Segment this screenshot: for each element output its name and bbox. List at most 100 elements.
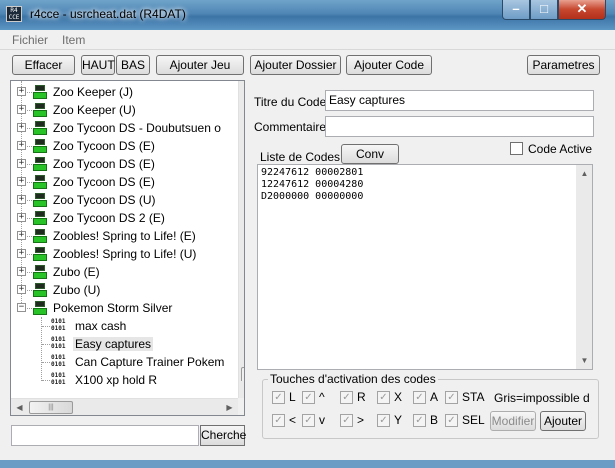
conv-button[interactable]: Conv	[341, 144, 399, 164]
tree-game-item[interactable]: + Zoo Keeper (J)	[11, 83, 236, 101]
tree-line	[42, 380, 50, 381]
nds-game-icon	[33, 229, 47, 243]
tree-code-item[interactable]: 0101 0101 max cash	[11, 317, 236, 335]
codes-textarea[interactable]: 92247612 00002801 12247612 00004280 D200…	[257, 164, 593, 370]
tree-code-label: Can Capture Trainer Pokem	[75, 355, 225, 369]
tree-game-item[interactable]: + Zubo (U)	[11, 281, 236, 299]
ajouter-label: Ajouter	[543, 414, 583, 428]
search-input[interactable]	[11, 425, 199, 446]
key-label: Y	[394, 413, 403, 427]
effacer-button[interactable]: Effacer	[12, 55, 75, 75]
commentaire-input[interactable]	[325, 116, 594, 137]
title-bar[interactable]: R4 CCE r4cce - usrcheat.dat (R4DAT) – □ …	[0, 0, 615, 30]
nds-game-icon	[33, 283, 47, 297]
parametres-button[interactable]: Parametres	[527, 55, 600, 75]
expand-icon[interactable]: +	[17, 87, 26, 96]
tree-horizontal-scrollbar[interactable]: ◀ ||| ▶	[11, 398, 238, 415]
key-checkbox[interactable]: ✓	[413, 391, 426, 404]
key-checkbox[interactable]: ✓	[445, 414, 458, 427]
tree-game-item[interactable]: + Zoo Tycoon DS - Doubutsuen o	[11, 119, 236, 137]
cherche-button[interactable]: Cherche	[200, 425, 246, 446]
key-label: ^	[319, 390, 325, 404]
tree-game-item[interactable]: + Zoo Tycoon DS 2 (E)	[11, 209, 236, 227]
scroll-corner	[238, 398, 244, 415]
scroll-right-icon[interactable]: ▶	[221, 399, 238, 415]
expand-icon[interactable]: +	[17, 159, 26, 168]
key-label: R	[357, 390, 366, 404]
tree-code-label: max cash	[75, 319, 127, 333]
bas-button[interactable]: BAS	[116, 55, 150, 75]
scroll-up-icon[interactable]: ▲	[239, 81, 244, 98]
ajouter-button[interactable]: Ajouter	[540, 411, 586, 431]
key-checkbox[interactable]: ✓	[413, 414, 426, 427]
expand-icon[interactable]: +	[17, 123, 26, 132]
menu-fichier[interactable]: Fichier	[12, 33, 48, 47]
tree-game-item[interactable]: + Zoo Keeper (U)	[11, 101, 236, 119]
ajouter-dossier-button[interactable]: Ajouter Dossier	[250, 55, 341, 75]
tree-game-item[interactable]: + Zoo Tycoon DS (E)	[11, 173, 236, 191]
modifier-button[interactable]: Modifier	[490, 411, 536, 431]
minimize-button[interactable]: –	[502, 0, 530, 20]
key-checkbox[interactable]: ✓	[377, 414, 390, 427]
key-checkbox[interactable]: ✓	[272, 414, 285, 427]
maximize-button[interactable]: □	[530, 0, 558, 20]
expand-icon[interactable]: +	[17, 267, 26, 276]
expand-icon[interactable]: +	[17, 249, 26, 258]
tree-line	[42, 344, 50, 345]
ajouter-dossier-label: Ajouter Dossier	[254, 58, 337, 72]
scroll-up-icon[interactable]: ▲	[576, 165, 592, 182]
tree-game-item[interactable]: + Zoo Tycoon DS (U)	[11, 191, 236, 209]
key-label: >	[357, 413, 365, 427]
key-label: <	[289, 413, 297, 427]
ajouter-code-button[interactable]: Ajouter Code	[346, 55, 432, 75]
expand-icon[interactable]: +	[17, 195, 26, 204]
nds-game-icon	[33, 211, 47, 225]
expand-icon[interactable]: +	[17, 285, 26, 294]
code-active-checkbox[interactable]	[510, 142, 523, 155]
haut-button[interactable]: HAUT	[81, 55, 115, 75]
commentaire-label: Commentaire	[254, 120, 327, 134]
key-checkbox[interactable]: ✓	[377, 391, 390, 404]
menu-item[interactable]: Item	[62, 33, 85, 47]
tree-game-label: Zoobles! Spring to Life! (E)	[53, 229, 196, 243]
tree-code-item[interactable]: 0101 0101 Easy captures	[11, 335, 236, 353]
tree-code-item[interactable]: 0101 0101 Can Capture Trainer Pokem	[11, 353, 236, 371]
tree-game-item[interactable]: − Pokemon Storm Silver	[11, 299, 236, 317]
tree-game-label: Zoo Keeper (U)	[53, 103, 136, 117]
expand-icon[interactable]: +	[17, 141, 26, 150]
ajouter-jeu-button[interactable]: Ajouter Jeu	[156, 55, 244, 75]
scroll-down-icon[interactable]: ▼	[239, 381, 244, 398]
expand-icon[interactable]: +	[17, 177, 26, 186]
nds-game-icon	[33, 247, 47, 261]
key-checkbox[interactable]: ✓	[340, 391, 353, 404]
tree-vertical-scrollbar[interactable]: ▲ ▼	[238, 81, 244, 398]
game-tree[interactable]: + Zoo Keeper (J) + Zoo Keeper (U) + Zoo Tycoo…	[10, 80, 245, 416]
codes-scrollbar[interactable]: ▲ ▼	[576, 165, 592, 369]
key-checkbox[interactable]: ✓	[340, 414, 353, 427]
scroll-thumb-horizontal[interactable]: |||	[29, 401, 73, 414]
tree-game-item[interactable]: + Zoobles! Spring to Life! (U)	[11, 245, 236, 263]
expand-icon[interactable]: +	[17, 213, 26, 222]
code-line: D2000000 00000000	[261, 191, 364, 202]
close-button[interactable]: ✕	[558, 0, 606, 20]
tree-game-label: Zoo Tycoon DS - Doubutsuen o	[53, 121, 221, 135]
key-checkbox[interactable]: ✓	[272, 391, 285, 404]
key-label: v	[319, 413, 325, 427]
key-checkbox[interactable]: ✓	[445, 391, 458, 404]
tree-game-item[interactable]: + Zubo (E)	[11, 263, 236, 281]
expand-icon[interactable]: +	[17, 231, 26, 240]
tree-game-item[interactable]: + Zoobles! Spring to Life! (E)	[11, 227, 236, 245]
scroll-down-icon[interactable]: ▼	[576, 352, 592, 369]
parametres-label: Parametres	[532, 58, 595, 72]
titre-value: Easy captures	[329, 93, 406, 107]
titre-input[interactable]: Easy captures	[325, 90, 594, 111]
collapse-icon[interactable]: −	[17, 303, 26, 312]
scroll-left-icon[interactable]: ◀	[11, 399, 28, 415]
haut-label: HAUT	[82, 58, 115, 72]
key-checkbox[interactable]: ✓	[302, 391, 315, 404]
key-checkbox[interactable]: ✓	[302, 414, 315, 427]
tree-game-item[interactable]: + Zoo Tycoon DS (E)	[11, 137, 236, 155]
tree-game-item[interactable]: + Zoo Tycoon DS (E)	[11, 155, 236, 173]
tree-code-item[interactable]: 0101 0101 X100 xp hold R	[11, 371, 236, 389]
expand-icon[interactable]: +	[17, 105, 26, 114]
